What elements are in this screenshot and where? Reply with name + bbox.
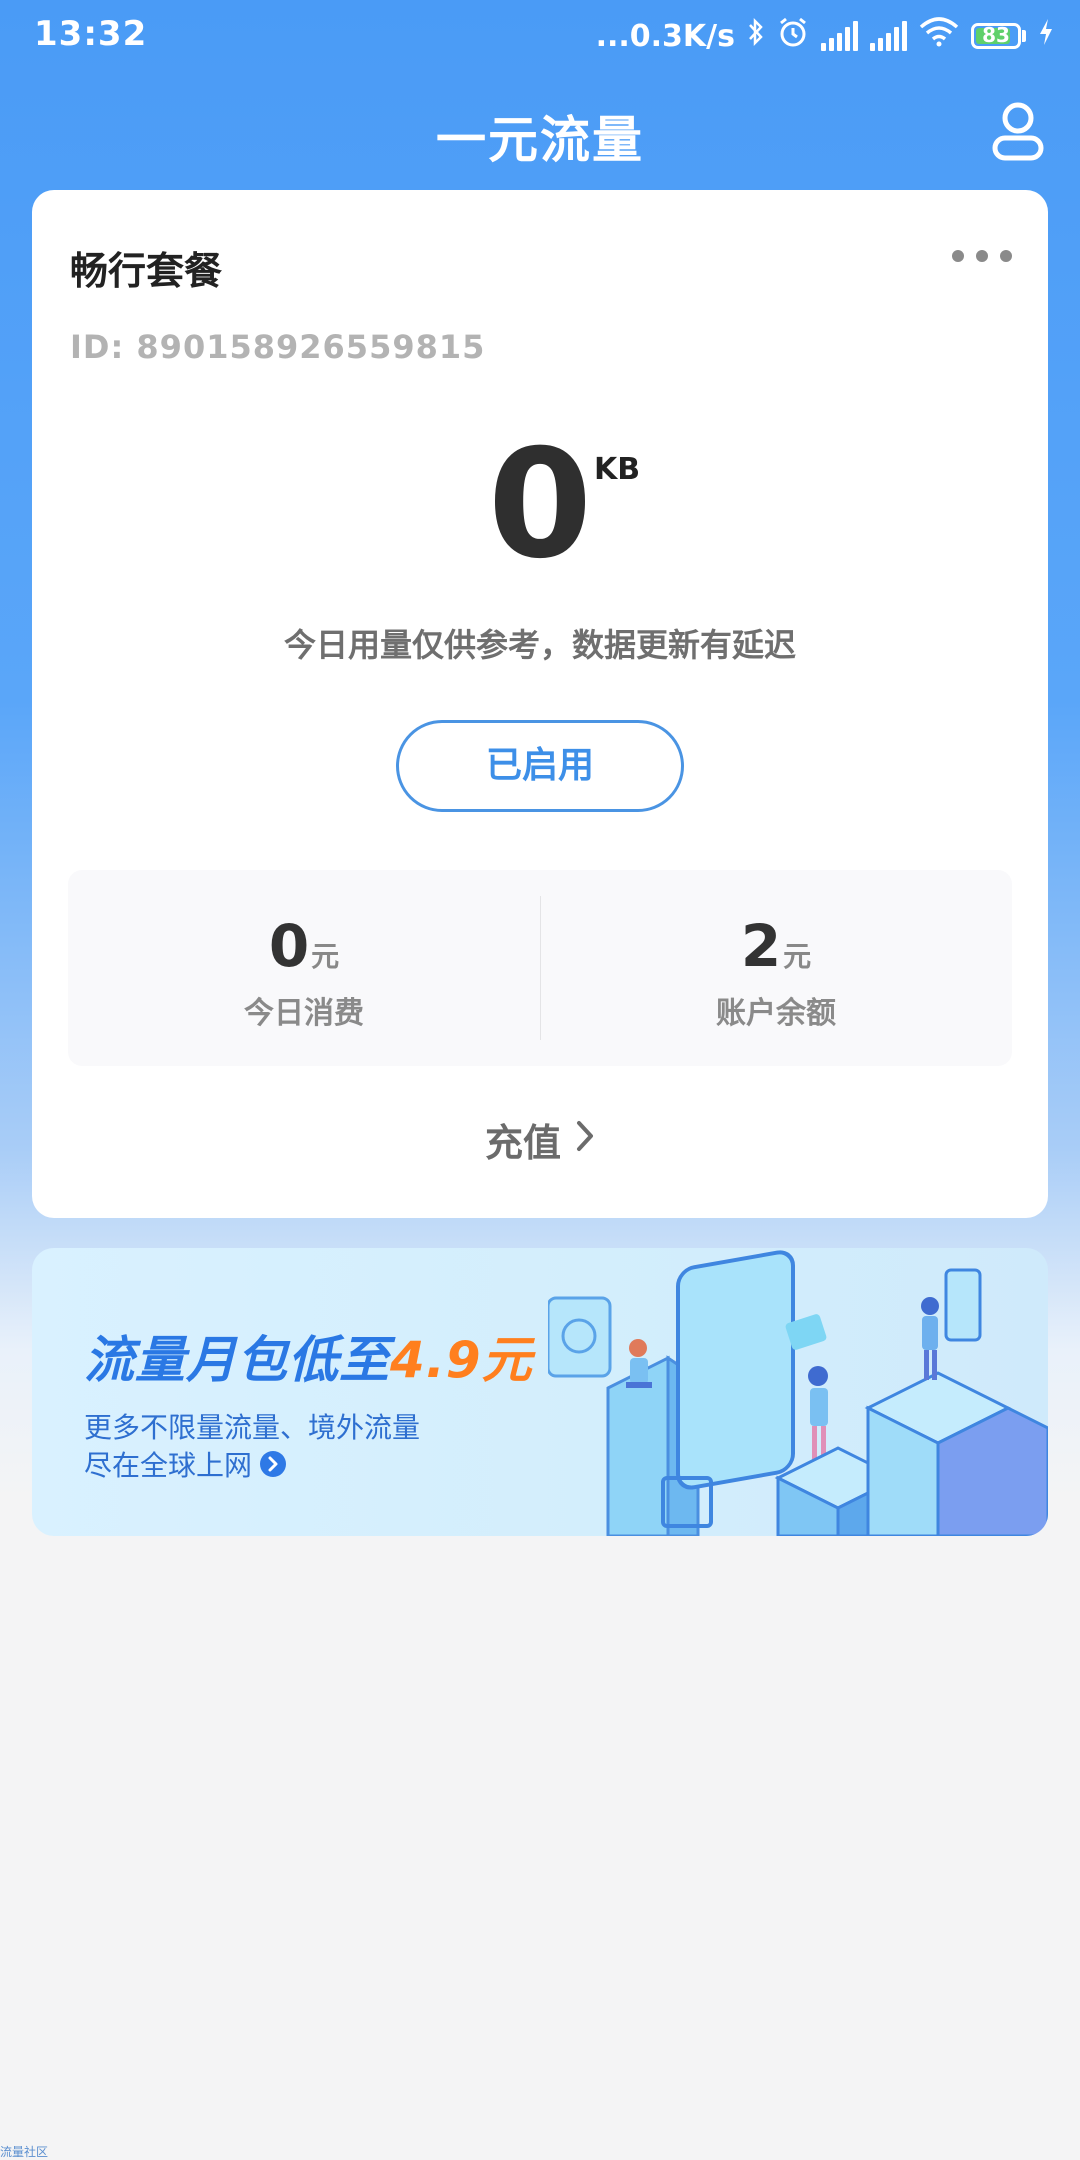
stat-value: 0 (268, 912, 310, 980)
banner-title: 流量月包低至4.9元 (84, 1320, 533, 1392)
stat-today-spend: 0元 今日消费 (68, 870, 540, 1066)
stat-label: 账户余额 (716, 996, 836, 1031)
watermark: 流量社区 (0, 2145, 49, 2159)
enabled-button[interactable]: 已启用 (396, 720, 684, 812)
banner-title-highlight: 4.9元 (390, 1331, 533, 1389)
recharge-button[interactable]: 充值 (32, 1112, 1048, 1167)
stat-balance: 2元 账户余额 (540, 870, 1012, 1066)
stats-panel: 0元 今日消费 2元 账户余额 (68, 870, 1012, 1066)
banner-illustration (548, 1250, 1048, 1536)
wifi-icon (919, 17, 959, 55)
battery-icon: 83 (971, 23, 1026, 49)
status-icons: ...0.3K/s 83 (596, 14, 1054, 58)
plan-id: ID: 890158926559815 (70, 328, 486, 366)
banner-subtitle-2-text: 尽在全球上网 (84, 1449, 253, 1482)
user-icon[interactable] (990, 100, 1046, 162)
plan-name: 畅行套餐 (70, 249, 223, 293)
banner-subtitle-2: 尽在全球上网 (84, 1444, 287, 1484)
plan-card: 畅行套餐 ID: 890158926559815 0 KB 今日用量仅供参考，数… (32, 190, 1048, 1218)
hd-signal-icon (870, 21, 907, 51)
charging-icon (1038, 17, 1054, 55)
alarm-icon (777, 16, 809, 56)
page-title: 一元流量 (436, 111, 644, 169)
stat-label: 今日消费 (244, 996, 364, 1031)
usage-unit: KB (594, 452, 641, 487)
more-dots-icon[interactable] (952, 244, 1012, 268)
bluetooth-icon (747, 17, 765, 55)
stat-value: 2 (740, 912, 782, 980)
usage-display: 0 KB (32, 430, 1048, 580)
status-bar: 13:32 ...0.3K/s 83 (0, 0, 1080, 72)
usage-value: 0 (487, 418, 593, 592)
battery-level: 83 (982, 23, 1010, 47)
chevron-right-icon (575, 1118, 595, 1162)
banner-title-main: 流量月包低至 (84, 1331, 390, 1389)
arrow-right-circle-icon (260, 1451, 287, 1477)
usage-note: 今日用量仅供参考，数据更新有延迟 (283, 626, 796, 664)
status-time: 13:32 (34, 14, 148, 54)
net-speed: ...0.3K/s (595, 18, 735, 54)
signal-icon (821, 21, 858, 51)
stat-unit: 元 (311, 940, 340, 973)
stat-unit: 元 (783, 940, 812, 973)
banner-subtitle-1: 更多不限量流量、境外流量 (84, 1411, 421, 1444)
promo-banner[interactable]: 流量月包低至4.9元 更多不限量流量、境外流量 尽在全球上网 (32, 1248, 1048, 1536)
recharge-label: 充值 (484, 1121, 561, 1165)
